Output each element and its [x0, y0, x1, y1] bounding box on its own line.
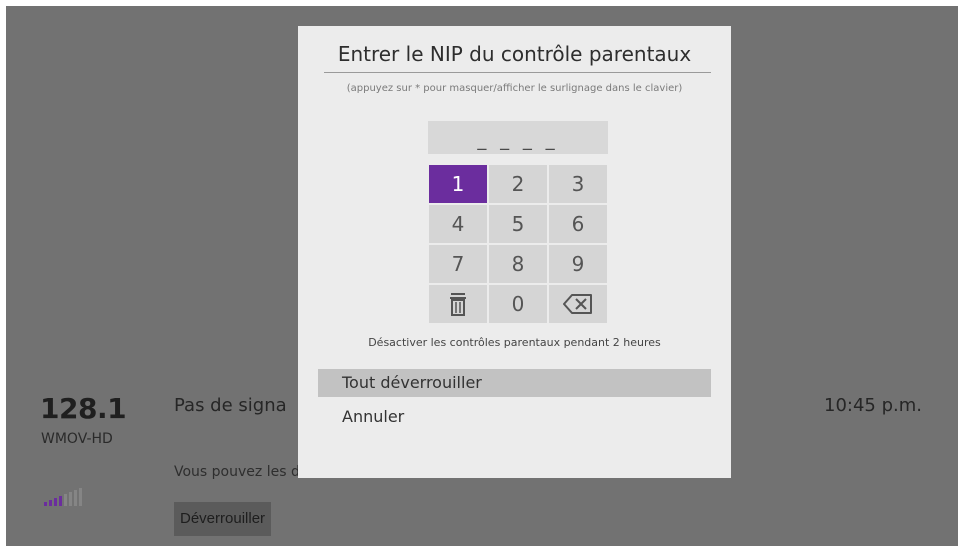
signal-bar	[54, 498, 57, 506]
channel-number: 128.1	[40, 392, 127, 425]
key-label: 1	[451, 172, 465, 196]
signal-bar	[64, 494, 67, 506]
key-label: 4	[451, 212, 465, 236]
unlock-button[interactable]: Déverrouiller	[174, 502, 272, 536]
key-5[interactable]: 5	[488, 204, 548, 244]
key-label: 8	[511, 252, 525, 276]
signal-bar	[44, 502, 47, 506]
tv-screen: 128.1 WMOV-HD Pas de signa 10:45 p.m. Vo…	[6, 6, 958, 546]
signal-bar	[74, 490, 77, 506]
key-label: 3	[571, 172, 585, 196]
channel-name: WMOV-HD	[41, 431, 113, 447]
key-2[interactable]: 2	[488, 164, 548, 204]
title-divider	[324, 72, 711, 73]
keypad: 1 2 3 4 5 6 7 8 9 0	[428, 164, 608, 324]
disable-controls-text: Désactiver les contrôles parentaux penda…	[368, 336, 661, 349]
unlock-all-button[interactable]: Tout déverrouiller	[318, 369, 711, 397]
clock: 10:45 p.m.	[824, 395, 922, 416]
key-label: 7	[451, 252, 465, 276]
key-9[interactable]: 9	[548, 244, 608, 284]
key-label: 9	[571, 252, 585, 276]
backspace-icon	[563, 294, 593, 314]
key-8[interactable]: 8	[488, 244, 548, 284]
signal-bar	[49, 500, 52, 506]
key-4[interactable]: 4	[428, 204, 488, 244]
dialog-title: Entrer le NIP du contrôle parentaux	[337, 42, 692, 66]
signal-bar	[59, 496, 62, 506]
pin-input[interactable]: _ _ _ _	[428, 121, 608, 154]
key-3[interactable]: 3	[548, 164, 608, 204]
key-6[interactable]: 6	[548, 204, 608, 244]
key-0[interactable]: 0	[488, 284, 548, 324]
cancel-button[interactable]: Annuler	[318, 403, 711, 431]
clear-key[interactable]	[428, 284, 488, 324]
signal-strength-icon	[44, 488, 82, 506]
parental-pin-dialog: Entrer le NIP du contrôle parentaux (app…	[298, 26, 731, 478]
backspace-key[interactable]	[548, 284, 608, 324]
key-label: 6	[571, 212, 585, 236]
signal-bar	[79, 488, 82, 506]
key-7[interactable]: 7	[428, 244, 488, 284]
dialog-subtitle: (appuyez sur * pour masquer/afficher le …	[346, 83, 683, 94]
key-label: 5	[511, 212, 525, 236]
trash-icon	[449, 292, 467, 316]
signal-bar	[69, 492, 72, 506]
key-label: 2	[511, 172, 525, 196]
key-label: 0	[511, 292, 525, 316]
no-signal-message: Pas de signa	[174, 395, 287, 416]
key-1[interactable]: 1	[428, 164, 488, 204]
